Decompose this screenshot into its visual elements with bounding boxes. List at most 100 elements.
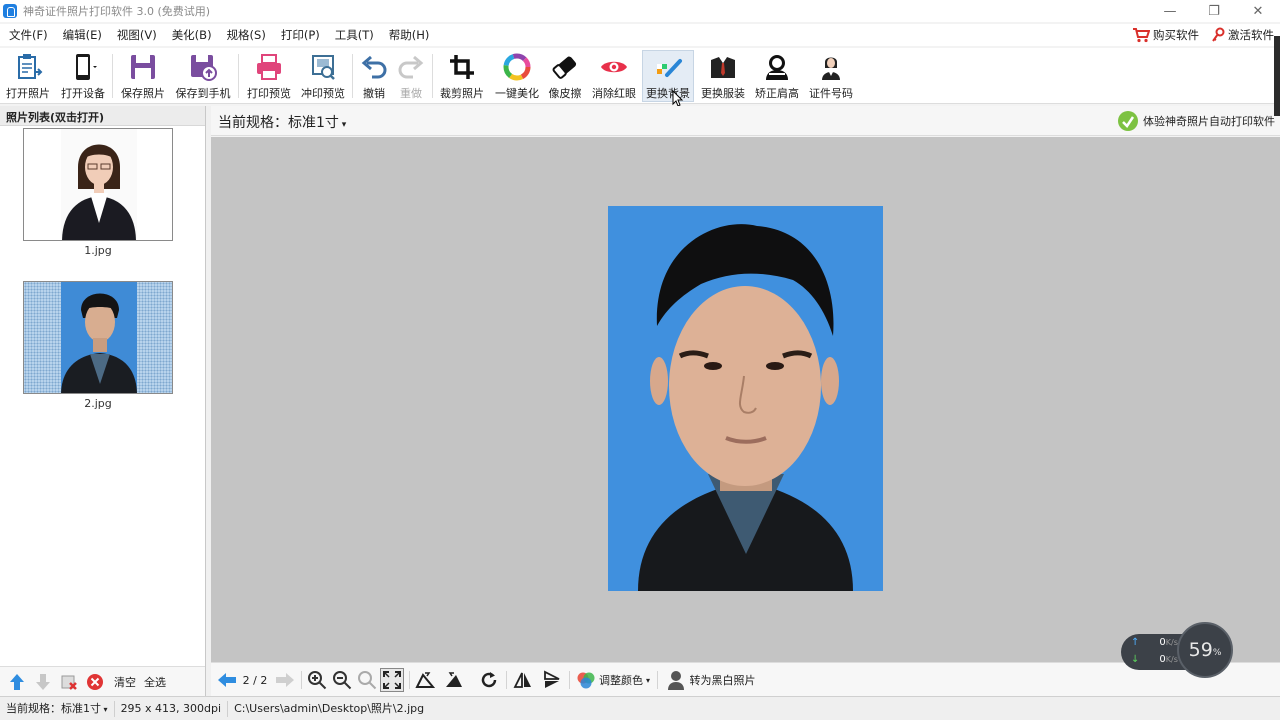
next-photo-button[interactable]	[274, 668, 296, 692]
page-indicator: 2 / 2	[242, 673, 268, 687]
network-speed-widget[interactable]: ↑ 0K/s ↓ 0K/s 59%	[1121, 622, 1233, 678]
red-eye-label: 消除红眼	[592, 87, 636, 100]
flip-horizontal-icon	[513, 672, 531, 688]
adjust-color-label: 调整颜色	[598, 674, 643, 687]
remove-photo-button[interactable]	[58, 671, 80, 693]
photo-canvas[interactable]	[211, 137, 1280, 662]
menu-file[interactable]: 文件(F)	[0, 27, 54, 43]
flip-right-icon	[446, 672, 462, 687]
status-bar: 当前规格：标准1寸 ▾ 295 x 413, 300dpi C:\Users\a…	[0, 696, 1280, 720]
menu-edit[interactable]: 编辑(E)	[54, 27, 108, 43]
cart-icon	[1133, 28, 1150, 43]
eraser-button[interactable]: 像皮擦	[545, 50, 585, 102]
chevron-down-icon: ▾	[645, 675, 650, 685]
convert-bw-button[interactable]: 转为黑白照片	[663, 668, 759, 692]
open-photo-button[interactable]: 打开照片	[4, 50, 52, 102]
eraser-icon	[552, 56, 577, 79]
flip-left-icon	[415, 672, 435, 688]
zoom-icon	[358, 671, 377, 690]
auto-print-icon	[1118, 111, 1138, 131]
status-file-path: C:\Users\admin\Desktop\照片\2.jpg	[234, 701, 425, 715]
upload-arrow-icon: ↑	[1131, 637, 1140, 648]
photo-thumbnail-2[interactable]	[23, 281, 173, 394]
window-edge-scrollbar[interactable]	[1274, 36, 1280, 116]
print-preview-button[interactable]: 打印预览	[244, 50, 294, 102]
crop-photo-button[interactable]: 裁剪照片	[437, 50, 487, 102]
menu-beautify[interactable]: 美化(B)	[163, 27, 218, 43]
flip-horizontal-button[interactable]	[511, 668, 535, 692]
change-background-button[interactable]: 更换背景	[642, 50, 694, 102]
redo-button[interactable]: 重做	[394, 50, 428, 102]
current-spec-dropdown[interactable]: 当前规格：标准1寸 ▾	[218, 112, 346, 132]
delete-photo-button[interactable]	[84, 671, 106, 693]
id-number-button[interactable]: 证件号码	[806, 50, 856, 102]
open-photo-icon	[18, 54, 43, 79]
upload-unit: K/s	[1165, 638, 1178, 647]
auto-print-link[interactable]: 体验神奇照片自动打印软件	[1117, 110, 1275, 132]
rotate-right-button[interactable]	[442, 668, 466, 692]
previous-photo-button[interactable]	[216, 668, 238, 692]
shoulder-icon	[766, 55, 788, 80]
activate-software-link[interactable]: 激活软件	[1211, 27, 1274, 43]
move-down-button[interactable]	[32, 671, 54, 693]
zoom-in-button[interactable]	[305, 668, 329, 692]
photo-name-2: 2.jpg	[84, 397, 112, 410]
undo-button[interactable]: 撤销	[357, 50, 391, 102]
id-person-icon	[821, 54, 841, 80]
portrait-woman-image	[61, 129, 137, 240]
save-to-phone-label: 保存到手机	[175, 87, 231, 100]
chevron-down-icon: ▾	[338, 120, 347, 130]
move-up-button[interactable]	[6, 671, 28, 693]
current-photo[interactable]	[608, 206, 883, 591]
open-device-label: 打开设备	[61, 87, 105, 100]
activate-software-label: 激活软件	[1228, 28, 1274, 42]
zoom-out-icon	[333, 671, 352, 690]
toolbar: 打开照片 打开设备 保存照片 保存到手机 打印预览 冲印预览 撤销 重做 裁剪照…	[0, 48, 1280, 107]
arrow-up-icon	[10, 673, 24, 690]
fit-window-button[interactable]	[380, 668, 404, 692]
rotate-icon	[481, 672, 497, 688]
photo-name-1: 1.jpg	[84, 244, 112, 257]
develop-preview-button[interactable]: 冲印预览	[298, 50, 348, 102]
memory-percent: 59	[1188, 639, 1213, 661]
clear-button[interactable]: 清空	[114, 674, 136, 690]
auto-print-label: 体验神奇照片自动打印软件	[1143, 115, 1275, 128]
buy-software-link[interactable]: 购买软件	[1132, 27, 1199, 43]
save-photo-button[interactable]: 保存照片	[118, 50, 168, 102]
actual-size-button[interactable]	[355, 668, 379, 692]
remove-image-icon	[61, 675, 77, 690]
menu-tools[interactable]: 工具(T)	[326, 27, 380, 43]
develop-preview-label: 冲印预览	[301, 87, 345, 100]
one-click-beautify-button[interactable]: 一键美化	[492, 50, 542, 102]
save-to-phone-button[interactable]: 保存到手机	[172, 50, 234, 102]
flip-vertical-icon	[544, 670, 560, 688]
red-eye-button[interactable]: 消除红眼	[589, 50, 639, 102]
minimize-button[interactable]: —	[1148, 0, 1192, 22]
status-spec-dropdown[interactable]: 标准1寸 ▾	[61, 702, 108, 715]
zoom-out-button[interactable]	[330, 668, 354, 692]
select-all-button[interactable]: 全选	[144, 674, 166, 690]
menu-view[interactable]: 视图(V)	[108, 27, 163, 43]
arrow-right-icon	[276, 673, 294, 687]
suit-icon	[711, 57, 735, 78]
close-button[interactable]: ✕	[1236, 0, 1280, 22]
brush-icon	[657, 58, 682, 77]
rotate-left-button[interactable]	[413, 668, 437, 692]
change-clothes-button[interactable]: 更换服装	[697, 50, 749, 102]
photo-thumbnail-1[interactable]	[23, 128, 173, 241]
open-device-button[interactable]: 打开设备	[58, 50, 108, 102]
restore-button[interactable]: ❐	[1192, 0, 1236, 22]
menu-spec[interactable]: 规格(S)	[218, 27, 272, 43]
memory-percent-unit: %	[1212, 648, 1222, 658]
crop-icon	[450, 55, 474, 79]
develop-preview-icon	[312, 55, 335, 80]
save-photo-label: 保存照片	[121, 87, 165, 100]
adjust-color-dropdown[interactable]: 调整颜色 ▾	[574, 668, 652, 692]
rotate-button[interactable]	[477, 668, 501, 692]
shoulder-correction-button[interactable]: 矫正肩高	[752, 50, 802, 102]
eraser-label: 像皮擦	[548, 87, 582, 100]
menu-help[interactable]: 帮助(H)	[380, 27, 436, 43]
flip-vertical-button[interactable]	[540, 668, 564, 692]
printer-icon	[257, 54, 281, 80]
menu-print[interactable]: 打印(P)	[272, 27, 326, 43]
